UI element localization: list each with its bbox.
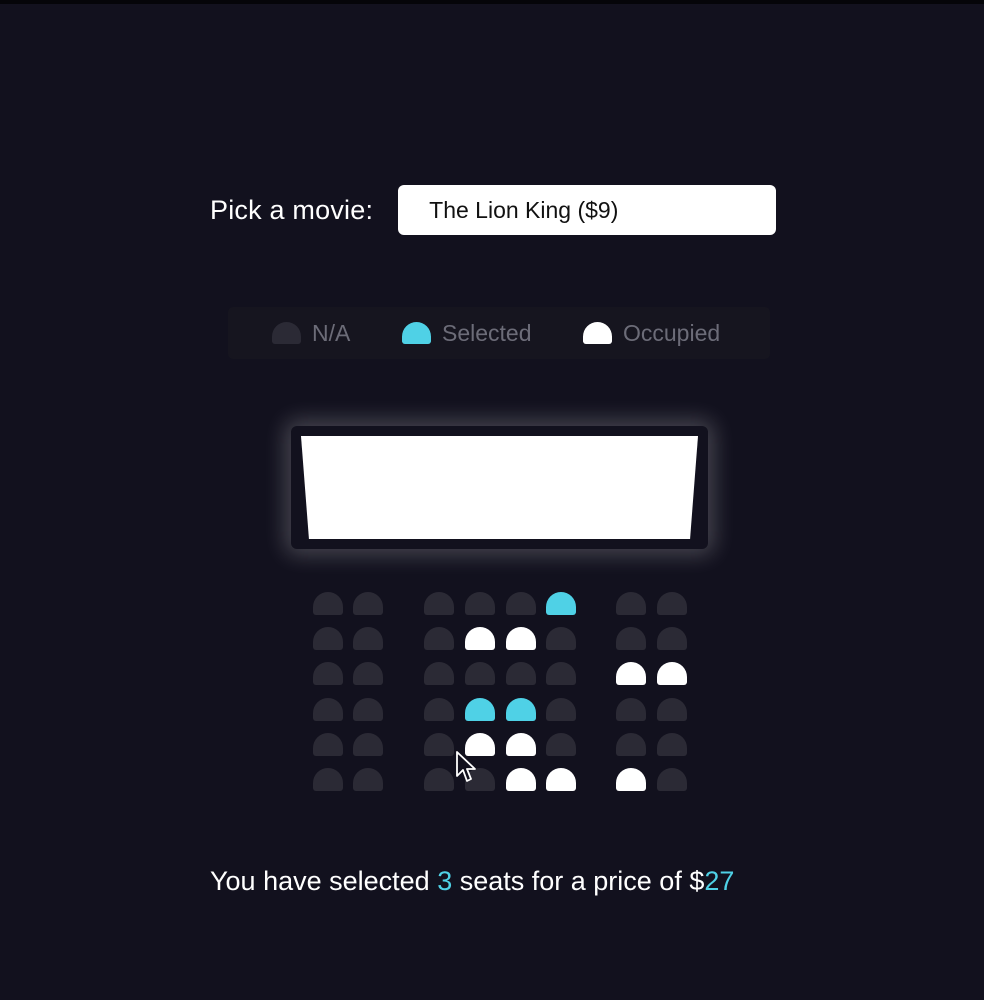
seat-r4-c6-na[interactable] (546, 698, 576, 721)
selected-seat-count: 3 (437, 866, 453, 896)
seat-r4-c2-na[interactable] (353, 698, 383, 721)
seat-r5-c6-na[interactable] (546, 733, 576, 756)
legend-item-selected: Selected (402, 307, 532, 359)
seat-r6-c1-na[interactable] (313, 768, 343, 791)
seat-r3-c8-occupied (657, 662, 687, 685)
seat-r1-c2-na[interactable] (353, 592, 383, 615)
seat-r4-c3-na[interactable] (424, 698, 454, 721)
movie-picker-label: Pick a movie: (210, 194, 374, 225)
seat-r4-c7-na[interactable] (616, 698, 646, 721)
seat-r5-c7-na[interactable] (616, 733, 646, 756)
seat-r4-c5-selected[interactable] (506, 698, 536, 721)
seat-r6-c6-occupied (546, 768, 576, 791)
total-price: 27 (704, 866, 735, 896)
movie-select-value: The Lion King ($9) (429, 196, 619, 223)
seat-r4-c8-na[interactable] (657, 698, 687, 721)
movie-picker: Pick a movie: The Lion King ($9) (210, 185, 777, 235)
seat-r1-c3-na[interactable] (424, 592, 454, 615)
selection-summary: You have selected 3 seats for a price of… (210, 866, 734, 897)
seat-r5-c2-na[interactable] (353, 733, 383, 756)
seat-r2-c2-na[interactable] (353, 627, 383, 650)
legend-label-na: N/A (312, 319, 351, 346)
seat-r2-c6-na[interactable] (546, 627, 576, 650)
seat-r4-c4-selected[interactable] (465, 698, 495, 721)
seat-r1-c6-selected[interactable] (546, 592, 576, 615)
seat-r3-c3-na[interactable] (424, 662, 454, 685)
seat-r3-c4-na[interactable] (465, 662, 495, 685)
seat-r6-c5-occupied (506, 768, 536, 791)
seat-r5-c5-occupied (506, 733, 536, 756)
seat-occupied-icon (583, 322, 612, 344)
movie-select[interactable]: The Lion King ($9) (398, 185, 777, 235)
legend-label-selected: Selected (442, 319, 532, 346)
seat-r3-c6-na[interactable] (546, 662, 576, 685)
seat-r4-c1-na[interactable] (313, 698, 343, 721)
summary-prefix: You have selected (210, 866, 438, 896)
seat-r6-c3-na[interactable] (424, 768, 454, 791)
seat-selected-icon (402, 322, 431, 344)
seat-r2-c4-occupied (465, 627, 495, 650)
seat-r5-c8-na[interactable] (657, 733, 687, 756)
seat-r6-c7-occupied (616, 768, 646, 791)
seat-r6-c8-na[interactable] (657, 768, 687, 791)
seat-na-icon (272, 322, 301, 344)
seat-r3-c7-occupied (616, 662, 646, 685)
seat-r3-c1-na[interactable] (313, 662, 343, 685)
seat-legend: N/A Selected Occupied (228, 307, 770, 359)
seat-r5-c3-na[interactable] (424, 733, 454, 756)
seat-r1-c4-na[interactable] (465, 592, 495, 615)
arrow-pointer-icon (456, 751, 476, 782)
top-bar (0, 0, 984, 4)
seat-r1-c8-na[interactable] (657, 592, 687, 615)
seat-r3-c2-na[interactable] (353, 662, 383, 685)
seat-r2-c7-na[interactable] (616, 627, 646, 650)
seat-r1-c1-na[interactable] (313, 592, 343, 615)
seat-r3-c5-na[interactable] (506, 662, 536, 685)
seat-r2-c5-occupied (506, 627, 536, 650)
seat-r1-c7-na[interactable] (616, 592, 646, 615)
seat-r2-c3-na[interactable] (424, 627, 454, 650)
cinema-screen (301, 436, 698, 539)
legend-item-na: N/A (272, 307, 350, 359)
legend-item-occupied: Occupied (583, 307, 720, 359)
legend-label-occupied: Occupied (623, 319, 721, 346)
seat-r6-c2-na[interactable] (353, 768, 383, 791)
seat-r1-c5-na[interactable] (506, 592, 536, 615)
seat-r2-c8-na[interactable] (657, 627, 687, 650)
summary-middle: seats for a price of $ (452, 866, 705, 896)
seat-r5-c1-na[interactable] (313, 733, 343, 756)
seat-r2-c1-na[interactable] (313, 627, 343, 650)
